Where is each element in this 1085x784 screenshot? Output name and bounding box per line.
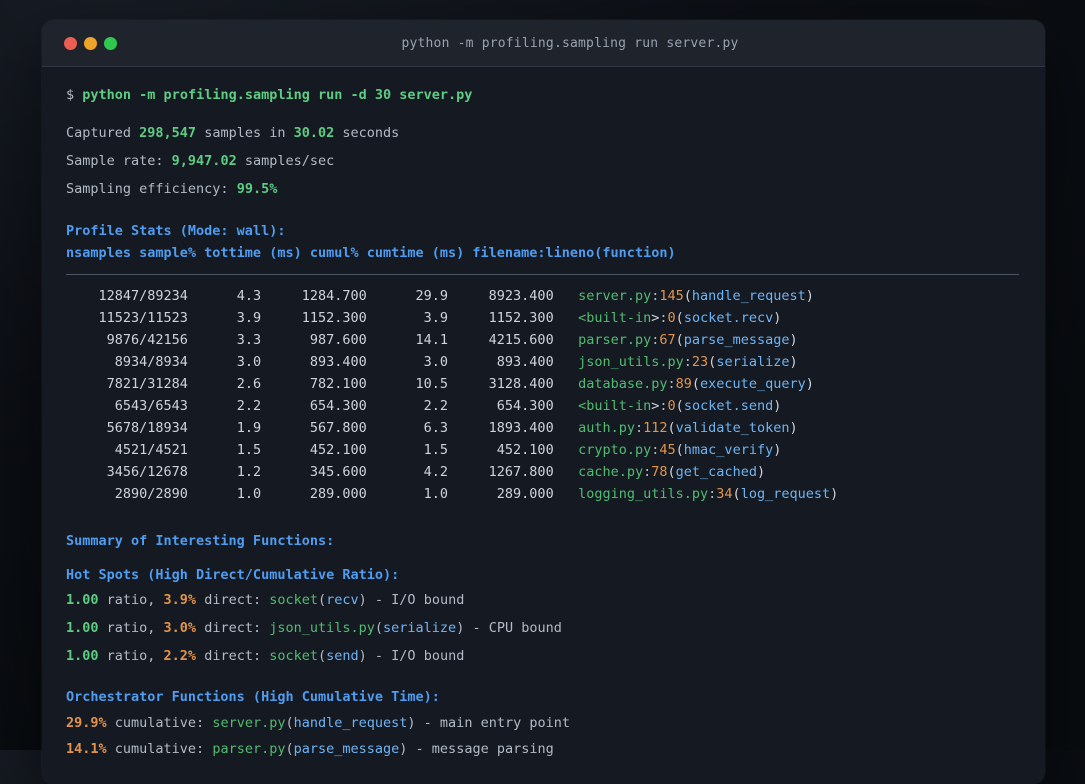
table-row: 5678/18934 1.9 567.800 6.3 1893.400 auth…: [66, 420, 798, 436]
table-row: 6543/6543 2.2 654.300 2.2 654.300 <built…: [66, 398, 782, 414]
table-header: nsamples sample% tottime (ms) cumul% cum…: [66, 245, 676, 261]
orchestrator-list: 29.9% cumulative: server.py(handle_reque…: [66, 712, 1021, 760]
table-row: 8934/8934 3.0 893.400 3.0 893.400 json_u…: [66, 354, 798, 370]
window-controls: [64, 36, 117, 50]
summary-header: Summary of Interesting Functions:: [66, 533, 335, 549]
capture-stat-line: Sample rate: 9,947.02 samples/sec: [66, 153, 335, 169]
window-title: python -m profiling.sampling run server.…: [401, 35, 739, 51]
minimize-button[interactable]: [84, 36, 97, 50]
window-titlebar: python -m profiling.sampling run server.…: [42, 20, 1045, 67]
shell-prompt: $: [66, 87, 75, 103]
table-row: 12847/89234 4.3 1284.700 29.9 8923.400 s…: [66, 288, 814, 304]
hotspots-header: Hot Spots (High Direct/Cumulative Ratio)…: [66, 567, 400, 583]
hotspot-line: 1.00 ratio, 2.2% direct: socket(send) - …: [66, 648, 465, 664]
hotspot-line: 1.00 ratio, 3.0% direct: json_utils.py(s…: [66, 620, 562, 636]
terminal-output: $ python -m profiling.sampling run -d 30…: [42, 67, 1045, 760]
profile-stats-header: Profile Stats (Mode: wall):: [66, 223, 286, 239]
table-row: 7821/31284 2.6 782.100 10.5 3128.400 dat…: [66, 376, 814, 392]
hotspot-line: 1.00 ratio, 3.9% direct: socket(recv) - …: [66, 592, 465, 608]
orchestrator-header: Orchestrator Functions (High Cumulative …: [66, 689, 440, 705]
capture-stat-line: Sampling efficiency: 99.5%: [66, 181, 278, 197]
table-row: 11523/11523 3.9 1152.300 3.9 1152.300 <b…: [66, 310, 782, 326]
table-row: 2890/2890 1.0 289.000 1.0 289.000 loggin…: [66, 486, 839, 502]
table-divider: [66, 274, 1019, 275]
command-text: python -m profiling.sampling run -d 30 s…: [82, 87, 473, 103]
maximize-button[interactable]: [104, 36, 117, 50]
terminal-window: python -m profiling.sampling run server.…: [42, 20, 1045, 784]
profile-table: 12847/89234 4.3 1284.700 29.9 8923.400 s…: [66, 285, 1021, 505]
command-line: $ python -m profiling.sampling run -d 30…: [66, 84, 1021, 106]
capture-stat-line: Captured 298,547 samples in 30.02 second…: [66, 125, 400, 141]
orchestrator-line: 29.9% cumulative: server.py(handle_reque…: [66, 715, 570, 731]
table-row: 3456/12678 1.2 345.600 4.2 1267.800 cach…: [66, 464, 766, 480]
close-button[interactable]: [64, 36, 77, 50]
table-row: 4521/4521 1.5 452.100 1.5 452.100 crypto…: [66, 442, 782, 458]
hotspots-list: 1.00 ratio, 3.9% direct: socket(recv) - …: [66, 589, 1021, 667]
orchestrator-line: 14.1% cumulative: parser.py(parse_messag…: [66, 741, 554, 757]
capture-stats: Captured 298,547 samples in 30.02 second…: [66, 122, 1021, 200]
table-row: 9876/42156 3.3 987.600 14.1 4215.600 par…: [66, 332, 798, 348]
